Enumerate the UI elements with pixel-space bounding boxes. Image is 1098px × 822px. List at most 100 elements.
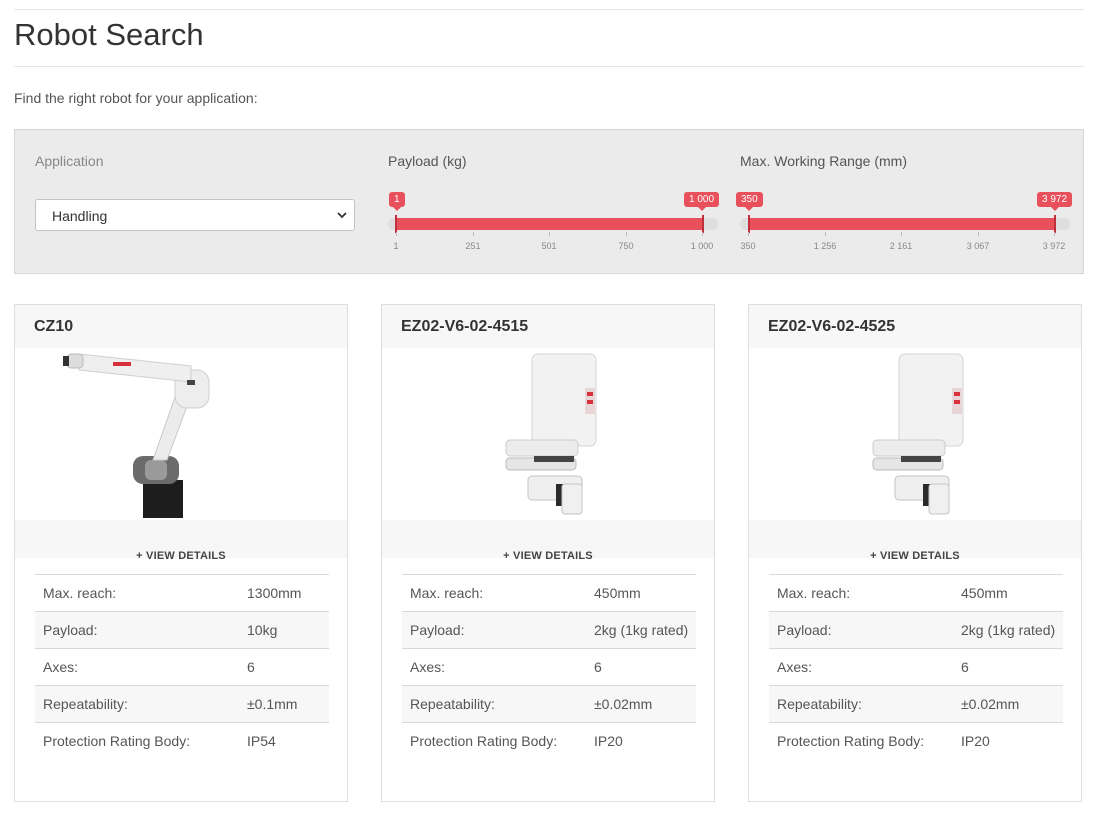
chevron-down-icon [337,212,347,219]
page-title: Robot Search [14,17,204,52]
spec-key: Max. reach: [402,574,586,612]
table-row: Max. reach: 1300mm [35,574,329,612]
table-row: Payload: 10kg [35,611,329,649]
spec-value: 10kg [239,611,329,649]
range-ticks [740,232,1070,238]
payload-range-fill [395,218,703,230]
payload-max-handle[interactable] [702,215,704,233]
intro-text: Find the right robot for your applicatio… [14,90,258,106]
robot-image[interactable] [749,348,1081,520]
spec-key: Payload: [35,611,239,649]
payload-tick-label: 251 [465,241,481,251]
application-label: Application [35,153,104,169]
spec-value: IP54 [239,722,329,759]
table-row: Protection Rating Body: IP54 [35,722,329,759]
range-slider[interactable]: 350 3 972 350 1 256 2 161 3 067 3 972 [736,190,1073,251]
articulated-robot-icon [63,353,210,518]
spec-value: ±0.02mm [953,685,1063,723]
spec-value: IP20 [586,722,696,759]
payload-tick-label: 750 [618,241,634,251]
spec-table: Max. reach: 450mm Payload: 2kg (1kg rated)… [402,574,696,759]
table-row: Protection Rating Body: IP20 [769,722,1063,759]
spec-key: Protection Rating Body: [35,722,239,759]
application-select[interactable]: Handling [35,199,355,231]
filter-panel: Application Handling Payload (kg) 1 1 00… [14,129,1084,274]
spec-value: 450mm [953,574,1063,612]
spec-key: Max. reach: [769,574,953,612]
table-row: Protection Rating Body: IP20 [402,722,696,759]
table-row: Repeatability: ±0.02mm [402,685,696,723]
range-tick-label: 2 161 [889,241,913,251]
view-details-button[interactable]: + VIEW DETAILS [15,520,347,562]
table-row: Axes: 6 [769,648,1063,686]
plus-icon: + [136,550,147,562]
payload-slider[interactable]: 1 1 000 1 251 501 750 1 000 [388,190,720,251]
table-row: Repeatability: ±0.02mm [769,685,1063,723]
card-header: CZ10 [15,305,347,348]
spec-value: ±0.1mm [239,685,329,723]
range-tick-label: 3 972 [1042,241,1066,251]
robot-name[interactable]: EZ02-V6-02-4515 [401,318,528,336]
spec-key: Repeatability: [769,685,953,723]
range-min-handle[interactable] [748,215,750,233]
scara-robot-icon [872,353,964,515]
range-max-handle[interactable] [1054,215,1056,233]
robot-image[interactable] [382,348,714,520]
plus-icon: + [870,550,881,562]
spec-table: Max. reach: 450mm Payload: 2kg (1kg rated)… [769,574,1063,759]
robot-image[interactable] [15,348,347,520]
spec-value: 2kg (1kg rated) [953,611,1063,649]
payload-tick-label: 1 000 [690,241,714,251]
spec-key: Repeatability: [402,685,586,723]
range-min-value: 350 [736,192,763,211]
view-details-label: VIEW DETAILS [880,550,960,562]
range-max-value: 3 972 [1037,192,1073,211]
robot-name[interactable]: CZ10 [34,318,73,336]
plus-icon: + [503,550,514,562]
spec-table: Max. reach: 1300mm Payload: 10kg Axes: 6 Re… [35,574,329,759]
spec-value: 6 [586,648,696,686]
table-row: Axes: 6 [35,648,329,686]
range-tick-label: 350 [740,241,756,251]
spec-key: Protection Rating Body: [769,722,953,759]
view-details-button[interactable]: + VIEW DETAILS [382,520,714,562]
table-row: Repeatability: ±0.1mm [35,685,329,723]
view-details-label: VIEW DETAILS [146,550,226,562]
title-divider [14,66,1084,67]
robot-card: CZ10 + VIEW DETAILS Max. reach: 1300mm Pa… [14,304,348,802]
scara-robot-icon [505,353,597,515]
table-row: Max. reach: 450mm [769,574,1063,612]
application-selected-value: Handling [52,208,108,224]
card-header: EZ02-V6-02-4515 [382,305,714,348]
payload-max-value: 1 000 [684,192,720,211]
spec-key: Repeatability: [35,685,239,723]
spec-key: Protection Rating Body: [402,722,586,759]
table-row: Axes: 6 [402,648,696,686]
payload-label: Payload (kg) [388,153,467,169]
spec-key: Axes: [35,648,239,686]
spec-value: 1300mm [239,574,329,612]
range-tick-label: 3 067 [966,241,990,251]
payload-ticks [388,232,718,238]
payload-min-handle[interactable] [395,215,397,233]
view-details-label: VIEW DETAILS [513,550,593,562]
table-row: Max. reach: 450mm [402,574,696,612]
range-range-fill [748,218,1055,230]
robot-card: EZ02-V6-02-4515 + VIEW DETAILS Max. reac… [381,304,715,802]
top-divider [14,9,1084,10]
range-label: Max. Working Range (mm) [740,153,908,169]
payload-tick-label: 501 [541,241,557,251]
view-details-button[interactable]: + VIEW DETAILS [749,520,1081,562]
table-row: Payload: 2kg (1kg rated) [402,611,696,649]
spec-key: Payload: [402,611,586,649]
payload-tick-label: 1 [393,241,399,251]
spec-value: 6 [239,648,329,686]
spec-value: 450mm [586,574,696,612]
spec-key: Max. reach: [35,574,239,612]
robot-name[interactable]: EZ02-V6-02-4525 [768,318,895,336]
spec-key: Axes: [402,648,586,686]
spec-value: ±0.02mm [586,685,696,723]
spec-key: Payload: [769,611,953,649]
payload-min-value: 1 [389,192,405,211]
spec-value: 6 [953,648,1063,686]
